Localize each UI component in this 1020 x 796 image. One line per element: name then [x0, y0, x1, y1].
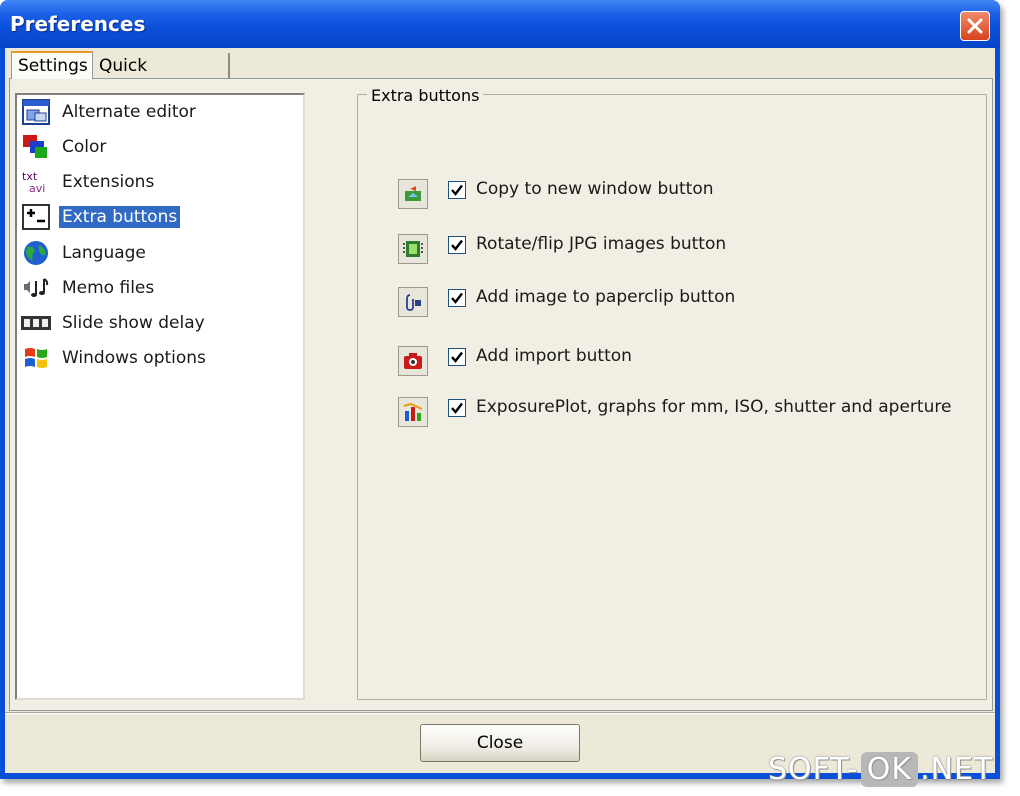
sidebar-item-color[interactable]: Color — [19, 130, 299, 164]
option-add-import[interactable]: Add import button — [398, 346, 958, 380]
sidebar-item-memo-files[interactable]: Memo files — [19, 271, 299, 305]
sidebar-item-label: Alternate editor — [62, 102, 196, 122]
sidebar-item-language[interactable]: Language — [19, 236, 299, 270]
alternate-editor-icon — [22, 99, 50, 125]
rotate-flip-icon — [403, 241, 423, 257]
watermark-box: OK — [860, 752, 919, 787]
windows-logo-icon — [25, 348, 47, 368]
option-add-image-to-paperclip[interactable]: Add image to paperclip button — [398, 287, 958, 321]
extensions-icon: txt avi — [22, 170, 45, 195]
sidebar-item-label: Windows options — [62, 348, 206, 368]
sidebar-item-extensions[interactable]: txt avi Extensions — [19, 165, 299, 199]
copy-to-new-window-checkbox[interactable] — [448, 181, 466, 199]
watermark-right: .NET — [920, 752, 994, 787]
close-window-button[interactable] — [960, 11, 990, 41]
tab-settings[interactable]: Settings — [11, 51, 93, 79]
sidebar-item-label: Memo files — [62, 278, 155, 298]
add-image-paperclip-checkbox[interactable] — [448, 289, 466, 307]
sidebar-item-alternate-editor[interactable]: Alternate editor — [19, 95, 299, 129]
extra-buttons-icon — [22, 204, 50, 230]
exposure-plot-icon — [403, 402, 423, 421]
sidebar-item-label: Slide show delay — [62, 313, 205, 333]
checkmark-icon — [451, 292, 463, 304]
sidebar-item-label: Extensions — [62, 172, 155, 192]
settings-category-list[interactable]: Alternate editor Color txt avi Extension… — [15, 93, 305, 700]
film-strip-icon — [21, 316, 51, 330]
title-bar[interactable]: Preferences — [0, 0, 1000, 48]
dialog-body: Settings Quick Configure Alternate edito… — [5, 48, 995, 773]
option-label: Rotate/flip JPG images button — [476, 234, 727, 254]
sidebar-item-windows-options[interactable]: Windows options — [19, 341, 299, 375]
option-exposureplot[interactable]: ExposurePlot, graphs for mm, ISO, shutte… — [398, 397, 958, 431]
tab-quick-configure[interactable]: Quick Configure — [93, 53, 230, 96]
sidebar-item-label: Language — [62, 243, 146, 263]
watermark-left: SOFT- — [768, 752, 859, 787]
paperclip-icon — [406, 294, 421, 311]
checkmark-icon — [451, 184, 463, 196]
close-icon — [967, 18, 983, 34]
groupbox-title: Extra buttons — [367, 86, 484, 105]
add-import-checkbox[interactable] — [448, 348, 466, 366]
copy-window-icon — [405, 186, 421, 201]
rotate-flip-checkbox[interactable] — [448, 236, 466, 254]
watermark: SOFT- OK .NET — [768, 752, 993, 788]
checkmark-icon — [451, 239, 463, 251]
window-title: Preferences — [10, 12, 146, 36]
option-label: ExposurePlot, graphs for mm, ISO, shutte… — [476, 397, 952, 417]
close-button[interactable]: Close — [420, 724, 580, 762]
sidebar-item-label: Extra buttons — [59, 206, 181, 228]
preferences-window: Preferences Settings Quick Configure Alt… — [0, 0, 1000, 779]
svg-text:avi: avi — [29, 182, 45, 195]
option-label: Copy to new window button — [476, 179, 714, 199]
option-label: Add import button — [476, 346, 632, 366]
globe-icon — [24, 241, 48, 265]
color-icon — [23, 135, 47, 158]
option-copy-to-new-window[interactable]: Copy to new window button — [398, 179, 958, 213]
sidebar-item-extra-buttons[interactable]: Extra buttons — [19, 200, 299, 234]
exposureplot-checkbox[interactable] — [448, 399, 466, 417]
camera-import-icon — [404, 353, 422, 369]
checkmark-icon — [451, 402, 463, 414]
option-rotate-flip-jpg[interactable]: Rotate/flip JPG images button — [398, 234, 958, 268]
checkmark-icon — [451, 351, 463, 363]
sidebar-item-slide-show-delay[interactable]: Slide show delay — [19, 306, 299, 340]
footer-separator — [5, 712, 995, 714]
sidebar-item-label: Color — [62, 137, 107, 157]
option-label: Add image to paperclip button — [476, 287, 736, 307]
music-note-icon — [24, 278, 49, 297]
